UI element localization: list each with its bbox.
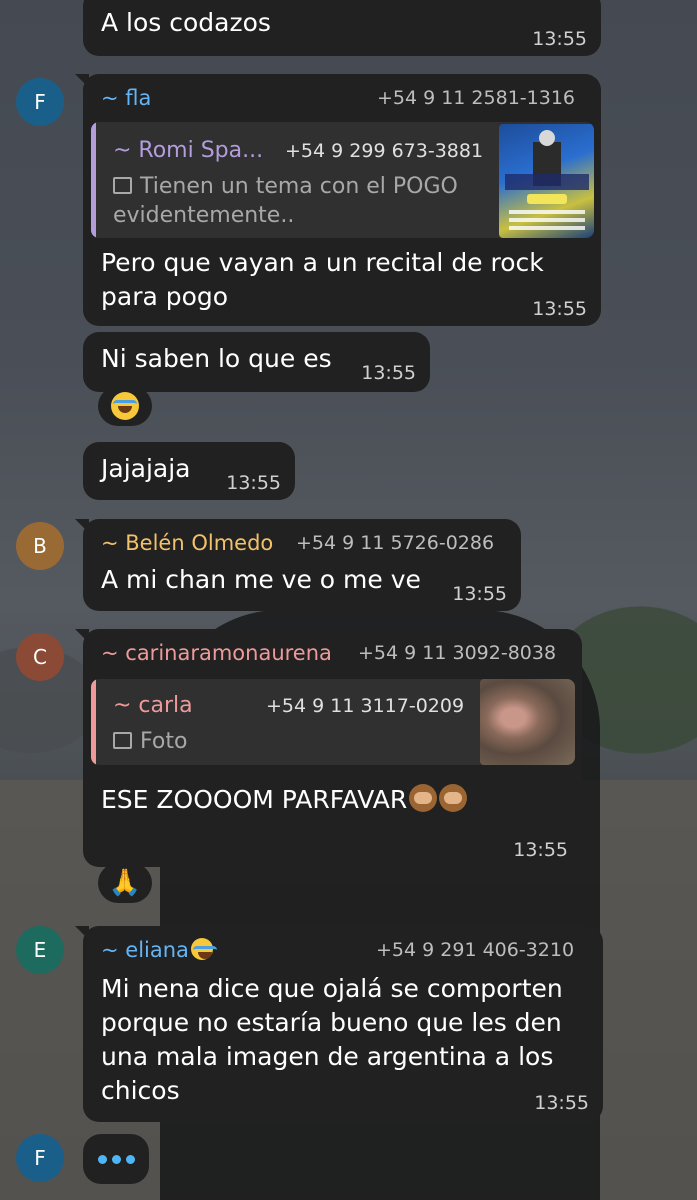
typing-indicator bbox=[83, 1134, 149, 1184]
message-time: 13:55 bbox=[532, 28, 587, 50]
quote-sender-name: ~ carla bbox=[113, 693, 193, 718]
message-bubble[interactable]: ~ eliana +54 9 291 406-3210 Mi nena dice… bbox=[75, 926, 603, 1122]
avatar[interactable]: E bbox=[16, 926, 64, 974]
sender-phone: +54 9 291 406-3210 bbox=[376, 939, 575, 961]
message-text: Pero que vayan a un recital de rock para… bbox=[101, 248, 544, 311]
avatar[interactable]: F bbox=[16, 1134, 64, 1182]
photo-thumbnail[interactable] bbox=[480, 679, 575, 765]
message-bubble[interactable]: ~ Belén Olmedo +54 9 11 5726-0286 A mi c… bbox=[75, 519, 521, 611]
quote-sender-phone: +54 9 11 3117-0209 bbox=[266, 695, 465, 717]
avatar[interactable]: B bbox=[16, 522, 64, 570]
see-no-evil-monkey-emoji bbox=[439, 784, 468, 812]
grinning-emoji bbox=[190, 938, 217, 960]
message-text: Mi nena dice que ojalá se comporten porq… bbox=[101, 974, 563, 1105]
message-bubble[interactable]: Ni saben lo que es 13:55 bbox=[83, 332, 430, 392]
image-icon bbox=[113, 177, 132, 194]
message-time: 13:55 bbox=[534, 1092, 589, 1114]
sender-name[interactable]: ~ Belén Olmedo bbox=[101, 531, 273, 555]
message-text: Jajajaja bbox=[101, 454, 191, 483]
message-text: Ni saben lo que es bbox=[101, 344, 332, 373]
quote-text: Tienen un tema con el POGO evidentemente… bbox=[113, 174, 458, 228]
laughing-tears-emoji bbox=[111, 392, 139, 420]
message-bubble[interactable]: A los codazos 13:55 bbox=[83, 0, 601, 56]
typing-dot bbox=[97, 1154, 107, 1164]
quote-bar bbox=[91, 679, 96, 765]
quote-sender-name: ~ Romi Spa... bbox=[113, 138, 264, 163]
folded-hands-emoji: 🙏 bbox=[108, 868, 142, 898]
message-time: 13:55 bbox=[513, 839, 568, 861]
sender-name[interactable]: ~ carinaramonaurena bbox=[101, 641, 332, 665]
see-no-evil-monkey-emoji bbox=[409, 784, 438, 812]
image-thumbnail[interactable] bbox=[499, 124, 594, 238]
reply-quote[interactable]: ~ Romi Spa... +54 9 299 673-3881 Tienen … bbox=[91, 122, 594, 238]
sender-phone: +54 9 11 2581-1316 bbox=[376, 87, 575, 109]
avatar[interactable]: C bbox=[16, 633, 64, 681]
message-bubble[interactable]: ~ fla +54 9 11 2581-1316 ~ Romi Spa... +… bbox=[75, 74, 601, 326]
sender-phone: +54 9 11 5726-0286 bbox=[296, 532, 495, 554]
reply-quote[interactable]: ~ carla +54 9 11 3117-0209 Foto bbox=[91, 679, 575, 765]
image-icon bbox=[113, 732, 132, 749]
sender-phone: +54 9 11 3092-8038 bbox=[358, 642, 557, 664]
message-time: 13:55 bbox=[452, 583, 507, 605]
message-bubble[interactable]: ~ carinaramonaurena +54 9 11 3092-8038 ~… bbox=[75, 629, 582, 867]
sender-name[interactable]: ~ fla bbox=[101, 86, 151, 110]
message-reaction[interactable]: 🙏 bbox=[98, 863, 152, 903]
message-text: A mi chan me ve o me ve bbox=[101, 565, 421, 594]
message-time: 13:55 bbox=[532, 298, 587, 320]
quote-bar bbox=[91, 122, 96, 238]
sender-name[interactable]: ~ eliana bbox=[101, 938, 217, 962]
message-text: A los codazos bbox=[101, 8, 271, 37]
quote-sender-phone: +54 9 299 673-3881 bbox=[285, 140, 484, 162]
poster-art bbox=[505, 130, 589, 230]
message-reaction[interactable] bbox=[98, 386, 152, 426]
message-time: 13:55 bbox=[361, 362, 416, 384]
message-text: ESE ZOOOOM PARFAVAR bbox=[101, 783, 468, 817]
message-time: 13:55 bbox=[226, 472, 281, 494]
quote-text: Foto bbox=[113, 727, 187, 756]
typing-dot bbox=[111, 1154, 121, 1164]
avatar[interactable]: F bbox=[16, 78, 64, 126]
typing-dot bbox=[125, 1154, 135, 1164]
message-bubble[interactable]: Jajajaja 13:55 bbox=[83, 442, 295, 500]
